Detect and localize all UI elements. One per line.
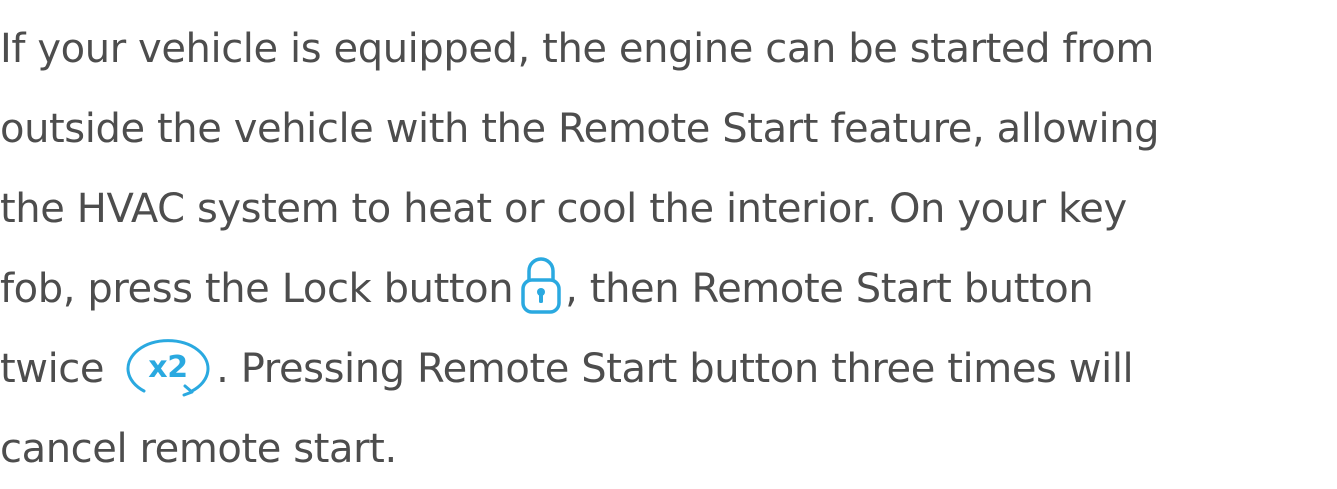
paragraph-line-4-text-after: , then Remote Start button [565,266,1094,312]
paragraph-line-1: If your vehicle is equipped, the engine … [0,26,1154,72]
lock-icon [519,254,563,316]
x2-icon-label: x2 [148,350,187,385]
paragraph-line-4: fob, press the Lock button , then Remote… [0,249,1094,329]
paragraph-line-5-text-after: . Pressing Remote Start button three tim… [216,346,1134,392]
remote-start-x2-icon: x2 [122,335,214,399]
paragraph-line-3: the HVAC system to heat or cool the inte… [0,186,1127,232]
paragraph-line-4-text-before: fob, press the Lock button [0,266,514,312]
paragraph-line-5-text-before: twice [0,346,105,392]
paragraph-line-6: cancel remote start. [0,426,397,472]
paragraph-line-5: twice x2 . Pressing Remote Start button … [0,329,1134,409]
paragraph-line-2: outside the vehicle with the Remote Star… [0,106,1160,152]
